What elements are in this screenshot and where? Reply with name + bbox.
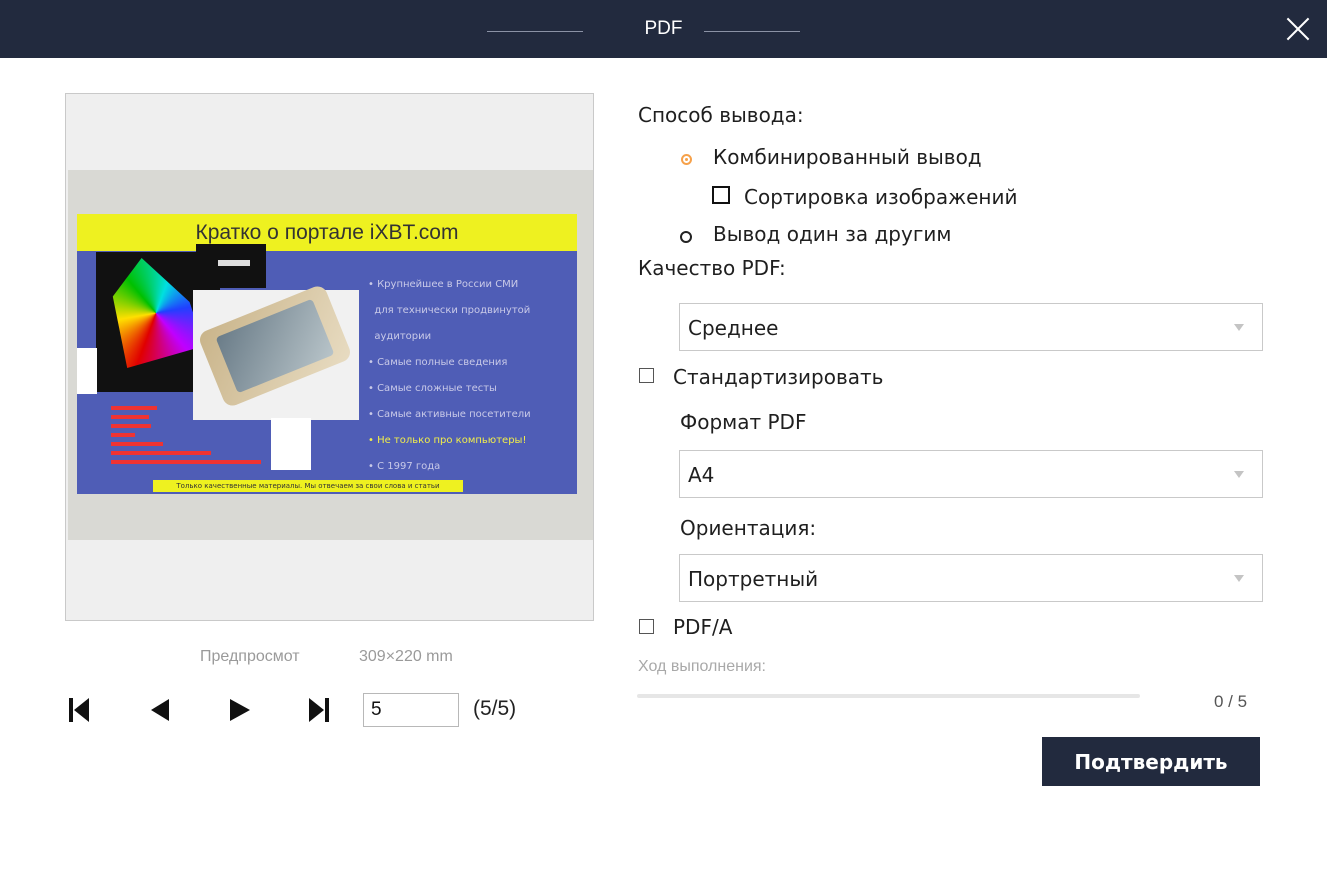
smartphone-image [193,283,359,420]
sequential-output-label[interactable]: Вывод один за другим [713,222,951,246]
progress-bar [637,694,1140,698]
title-decoration-right [704,31,800,32]
sort-images-label[interactable]: Сортировка изображений [744,185,1018,209]
confirm-button[interactable]: Подтвердить [1042,737,1260,786]
slide-side-note [77,348,97,394]
preview-size: 309×220 mm [359,648,453,665]
sequential-output-radio[interactable] [680,231,692,243]
slide-title: Кратко о портале iXBT.com [77,214,577,251]
slide-bullets: • Крупнейшее в России СМИ для технически… [368,272,578,480]
slide-white-block [271,418,311,470]
slide-bullet: аудитории [374,331,432,342]
pdf-quality-heading: Качество PDF: [638,256,786,280]
phone-shape [196,283,354,409]
logo-tile-image [196,244,266,288]
slide-bullet: • Самые сложные тесты [368,383,497,394]
bar-chart-image [77,402,267,472]
orientation-value: Портретный [688,567,819,591]
orientation-select[interactable]: Портретный [679,554,1263,602]
last-page-icon[interactable] [307,696,331,724]
standardize-label[interactable]: Стандартизировать [673,365,883,389]
slide-bullet: • Самые полные сведения [368,357,508,368]
output-method-heading: Способ вывода: [638,103,804,127]
chevron-down-icon [1234,471,1244,478]
sort-images-checkbox[interactable] [712,186,730,204]
preview-image: Кратко о портале iXBT.com • Крупнейшее в… [68,170,593,540]
slide-bullet: для технически продвинутой [374,305,531,316]
pdf-quality-select[interactable]: Среднее [679,303,1263,351]
progress-label: Ход выполнения: [638,658,766,675]
slide-bullet: • Не только про компьютеры! [368,435,527,446]
chevron-down-icon [1234,575,1244,582]
next-page-icon[interactable] [228,696,252,724]
pdf-format-value: A4 [688,463,715,487]
orientation-heading: Ориентация: [680,516,817,540]
pdfa-checkbox[interactable] [639,619,654,634]
chevron-down-icon [1234,324,1244,331]
page-count: (5/5) [473,697,517,720]
first-page-icon[interactable] [67,696,91,724]
pdfa-label[interactable]: PDF/A [673,615,732,639]
combined-output-radio[interactable] [681,154,692,165]
pdf-quality-value: Среднее [688,316,779,340]
gamut-shape [112,258,204,368]
window-title: PDF [644,18,683,39]
preview-label: Предпросмот [200,648,300,665]
pdf-format-heading: Формат PDF [680,410,807,434]
slide-bullet: • С 1997 года [368,461,441,472]
previous-page-icon[interactable] [147,696,171,724]
preview-panel: Кратко о портале iXBT.com • Крупнейшее в… [65,93,594,621]
close-icon[interactable] [1281,12,1315,46]
combined-output-label[interactable]: Комбинированный вывод [713,145,982,169]
title-bar: PDF [0,0,1327,58]
slide-footer: Только качественные материалы. Мы отвеча… [153,480,463,492]
standardize-checkbox[interactable] [639,368,654,383]
progress-count: 0 / 5 [1214,692,1248,711]
slide-bullet: • Самые активные посетители [368,409,531,420]
slide-bullet: • Крупнейшее в России СМИ [368,279,519,290]
page-number-input[interactable] [363,693,459,727]
pdf-format-select[interactable]: A4 [679,450,1263,498]
